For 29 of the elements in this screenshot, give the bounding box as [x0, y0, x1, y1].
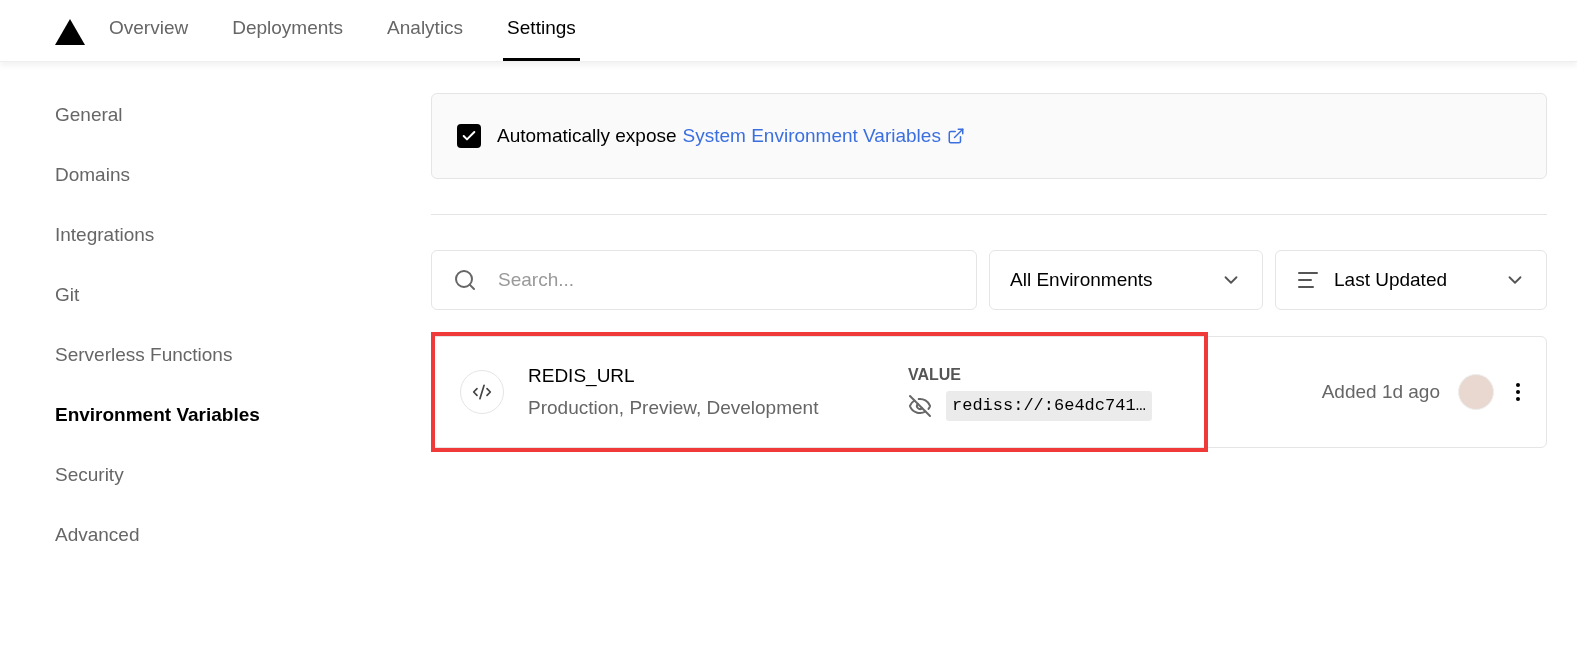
sidebar-item[interactable]: Serverless Functions — [55, 342, 431, 367]
sidebar-item[interactable]: Environment Variables — [55, 402, 431, 427]
sidebar-item[interactable]: Integrations — [55, 222, 431, 247]
nav-tab[interactable]: Analytics — [383, 0, 468, 61]
triangle-logo-icon[interactable] — [55, 18, 85, 45]
search-field[interactable]: Search... — [431, 250, 977, 310]
variable-value: rediss://:6e4dc741… — [946, 391, 1152, 421]
nav-tab[interactable]: Overview — [105, 0, 193, 61]
sidebar-item[interactable]: General — [55, 102, 431, 127]
docs-link[interactable]: System Environment Variables — [682, 121, 941, 151]
eye-off-icon[interactable] — [908, 394, 932, 418]
avatar — [1458, 374, 1494, 410]
sidebar-item[interactable]: Advanced — [55, 522, 431, 547]
external-link-icon[interactable] — [946, 127, 965, 145]
search-icon — [453, 268, 477, 292]
value-label: VALUE — [908, 365, 963, 386]
sidebar-item[interactable]: Git — [55, 282, 431, 307]
checkbox[interactable] — [457, 124, 481, 148]
sidebar-item[interactable]: Security — [55, 462, 431, 487]
sort-dropdown[interactable]: Last Updated — [1275, 250, 1547, 310]
variable-environments: Production, Preview, Development — [528, 396, 820, 420]
variable-name: REDIS_URL — [528, 363, 636, 389]
nav-tab[interactable]: Deployments — [228, 0, 348, 61]
checkbox-label: Automatically expose — [497, 123, 677, 148]
sidebar-item[interactable]: Domains — [55, 162, 431, 187]
nav-tab[interactable]: Settings — [503, 0, 580, 61]
environment-dropdown[interactable]: All Environments — [989, 250, 1263, 310]
more-icon — [1516, 383, 1520, 401]
added-time: Added 1d ago — [1321, 379, 1440, 404]
